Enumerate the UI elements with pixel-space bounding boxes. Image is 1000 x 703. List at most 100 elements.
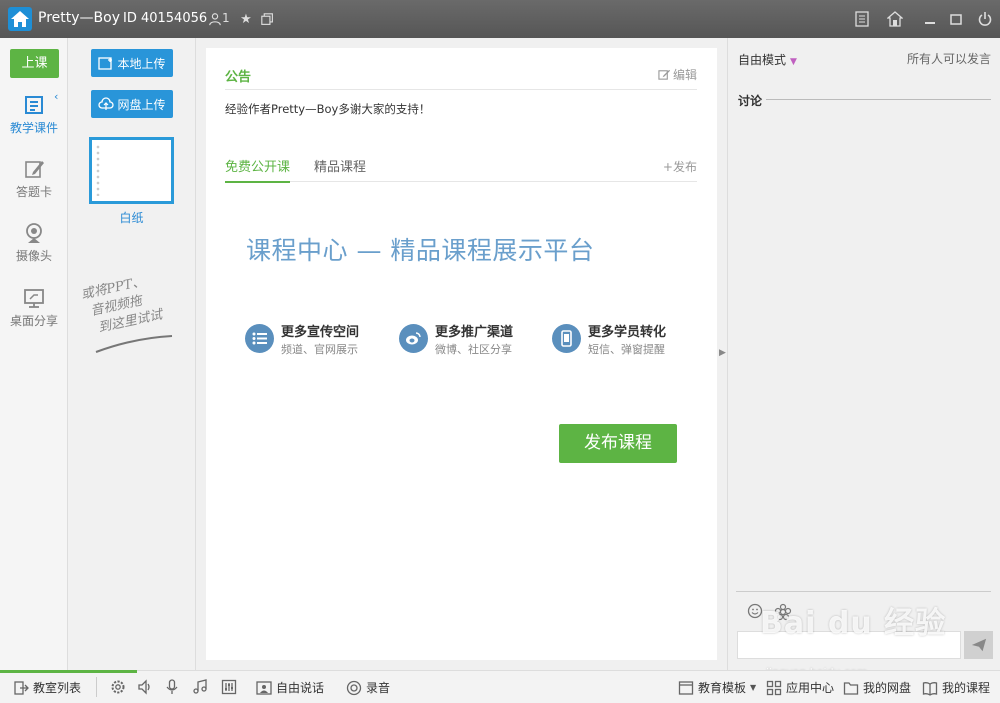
list-icon [245,324,274,353]
classroom-home-icon[interactable] [885,9,905,29]
music-button[interactable] [192,679,208,695]
cloud-upload-button[interactable]: 网盘上传 [91,90,173,118]
record-icon [346,680,362,695]
free-talk-label: 自由说话 [276,681,325,695]
feature-subtitle: 短信、弹窗提醒 [588,343,665,356]
tab-free-course[interactable]: 免费公开课 [225,156,291,183]
free-talk-button[interactable]: 自由说话 [256,679,324,696]
notice-title: 公告 [225,70,252,85]
my-drive-button[interactable]: 我的网盘 [843,679,911,696]
nav-item-courseware[interactable]: 教学课件 [0,94,68,136]
mode-select[interactable]: 自由模式 ▼ [738,51,797,68]
drag-hint: 或将PPT、 音视频拖 到这里试试 [79,266,188,340]
power-icon[interactable] [975,9,995,29]
title-bar: Pretty—Boy ID 40154056 1 ★ [0,0,1000,38]
blank-slide-thumbnail[interactable] [89,137,174,204]
expand-panel-icon[interactable]: ▶ [719,348,726,358]
template-icon [678,680,694,695]
send-icon [971,638,986,652]
my-courses-label: 我的课程 [942,681,991,695]
folder-icon [843,681,859,695]
copy-icon[interactable] [259,11,275,27]
edu-template-button[interactable]: 教育模板 ▼ [678,679,756,696]
start-class-button[interactable]: 上课 [10,49,59,78]
publish-course-button[interactable]: 发布课程 [559,424,677,463]
divider [225,89,697,90]
edit-icon [658,69,671,80]
caret-down-icon: ▼ [750,683,757,692]
cloud-upload-label: 网盘上传 [117,97,166,112]
my-courses-button[interactable]: 我的课程 [922,679,990,696]
app-center-button[interactable]: 应用中心 [766,679,834,696]
status-indicator [0,670,137,673]
my-drive-label: 我的网盘 [863,681,912,695]
phone-icon [552,324,581,353]
nav-item-label: 桌面分享 [9,314,58,328]
courseware-icon [25,96,43,114]
star-icon[interactable]: ★ [238,11,254,27]
feature-student-conversion: 更多学员转化 短信、弹窗提醒 [552,324,666,358]
nav-item-label: 摄像头 [15,249,52,263]
microphone-button[interactable] [164,679,180,695]
equalizer-button[interactable] [221,679,237,695]
slides-panel: 本地上传 网盘上传 白纸 或将PPT、 音视频拖 到这里试试 [68,38,196,670]
plus-icon: + [662,160,673,174]
left-nav: 上课 ‹ 教学课件 答题卡 摄像头 桌面分享 [0,38,68,670]
notice-text: 经验作者Pretty—Boy多谢大家的支持！ [225,102,431,116]
local-upload-button[interactable]: 本地上传 [91,49,173,77]
classroom-list-label: 教室列表 [33,681,82,695]
chat-panel: 自由模式▼ 所有人可以发言 讨论 Bai du 经验 jingyan.baidu… [727,38,1000,679]
record-button[interactable]: 录音 [346,679,390,696]
answer-card-icon [25,161,44,178]
speaker-button[interactable] [137,679,153,695]
record-label: 录音 [366,681,391,695]
music-icon [193,679,207,694]
feature-subtitle: 频道、官网展示 [281,343,358,356]
home-logo-icon[interactable] [8,7,32,31]
maximize-icon[interactable] [946,9,966,29]
feature-title: 更多学员转化 [588,325,667,340]
mode-label: 自由模式 [738,53,787,67]
local-upload-icon [98,57,113,70]
hero-heading: 课程中心 — 精品课程展示平台 [246,236,595,265]
equalizer-icon [221,679,237,695]
book-icon [922,681,938,696]
divider [766,99,991,100]
slide-label: 白纸 [119,211,144,225]
speak-permission[interactable]: 所有人可以发言 [907,50,991,67]
publish-link[interactable]: +发布 [663,158,697,175]
cloud-upload-icon [98,97,115,110]
user-id: ID 40154056 [123,11,208,26]
desktop-share-icon [24,289,44,308]
notes-icon[interactable] [852,9,872,29]
discussion-heading: 讨论 [738,94,763,108]
exit-icon [14,680,29,695]
caret-down-icon: ▼ [790,57,797,67]
bottom-toolbar: 教室列表 自由说话 录音 教育模板 ▼ 应用中心 我的网盘 我的课程 [0,670,1000,703]
feature-title: 更多宣传空间 [281,325,360,340]
nav-item-camera[interactable]: 摄像头 [0,222,68,264]
send-button[interactable] [964,631,993,659]
edit-notice-link[interactable]: 编辑 [658,66,697,83]
nav-item-desktop-share[interactable]: 桌面分享 [0,287,68,329]
minimize-icon[interactable] [920,9,940,29]
member-count: 1 [222,11,230,25]
publish-link-label: 发布 [672,160,697,174]
camera-icon [26,223,42,243]
divider [736,591,991,592]
classroom-list-button[interactable]: 教室列表 [13,679,81,696]
baidu-watermark: Bai du 经验 [760,606,947,641]
edit-label: 编辑 [672,68,697,82]
gear-icon [111,680,125,694]
feature-title: 更多推广渠道 [435,325,514,340]
speaker-icon [138,679,150,695]
tab-premium-course[interactable]: 精品课程 [314,156,366,181]
nav-item-label: 答题卡 [15,185,52,199]
nav-item-label: 教学课件 [9,121,58,135]
binding-holes [96,144,100,196]
course-tabs: 免费公开课 精品课程 +发布 [225,156,697,183]
settings-button[interactable] [110,679,126,695]
app-center-label: 应用中心 [786,681,835,695]
nav-item-answer-card[interactable]: 答题卡 [0,158,68,200]
divider [96,677,97,697]
